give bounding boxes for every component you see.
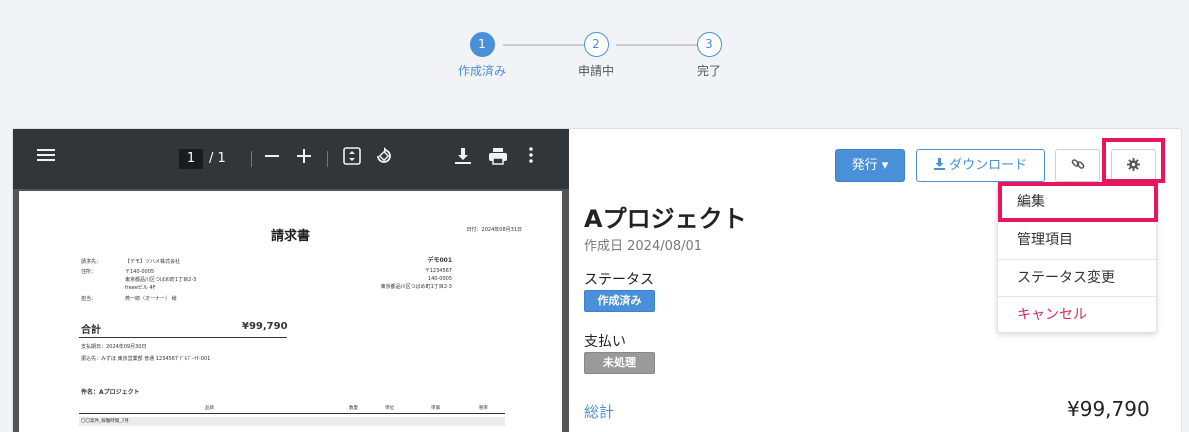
document-project: 件名：Aプロジェクト [81,389,140,396]
download-icon [933,158,949,173]
edit-highlight-box [998,182,1158,222]
document-date: 日付：2024年08月31日 [466,227,522,233]
pdf-page: 請求書 日付：2024年08月31日 請求先： 【デモ】ツバメ株式会社 住所： … [19,191,562,432]
page-total: / 1 [209,151,226,166]
payment-label: 支払い [584,334,626,350]
zoom-in-icon[interactable] [297,147,311,169]
rotate-icon[interactable] [375,147,393,171]
issuer-zip: 140-0005 [427,276,452,282]
step-label: 完了 [696,64,721,78]
page-number-input[interactable]: 1 [179,149,203,169]
issuer-name: デモ001 [427,257,452,264]
download-label: ダウンロード [949,158,1028,173]
link-icon [1071,158,1085,173]
billing-label: 請求先： [81,259,102,265]
step-label: 作成済み [457,64,506,78]
total-underline [79,337,287,338]
print-icon[interactable] [489,147,507,171]
issuer-postal: 〒1234567 [424,268,452,274]
col-tax: 税率 [479,406,488,411]
download-button[interactable]: ダウンロード [916,149,1045,182]
billing-address-2: freeeビル 4F [125,285,156,291]
document-title: 請求書 [271,229,311,244]
billing-postal: 〒140-0005 [125,269,155,275]
billing-to: 【デモ】ツバメ株式会社 [125,259,181,265]
invoice-card: 1 / 1 請求書 日付：2024年08月31日 請求先： 【デモ】ツバメ株式会… [12,128,1182,432]
payment-badge: 未処理 [584,352,655,374]
more-vertical-icon[interactable] [529,147,533,169]
step-1: 1 作成済み [442,32,522,79]
menu-icon[interactable] [37,147,55,169]
col-price: 単価 [431,406,440,411]
due-date: 支払期日：2024年09月30日 [81,344,147,350]
step-number: 3 [696,32,722,57]
pdf-viewer: 1 / 1 請求書 日付：2024年08月31日 請求先： 【デモ】ツバメ株式会… [13,129,569,432]
publish-button[interactable]: 発行 ▾ [835,149,905,182]
grand-total-value: ¥99,790 [1067,397,1150,421]
toolbar-divider [327,151,328,167]
created-date: 作成日 2024/08/01 [584,239,703,254]
progress-stepper: 1 作成済み 2 申請中 3 完了 [448,32,748,82]
step-label: 申請中 [577,64,614,78]
settings-highlight-box [1102,138,1165,183]
step-number: 1 [469,32,495,57]
project-title: Aプロジェクト [584,205,747,233]
col-item: 品目 [205,406,214,411]
step-number: 2 [583,32,609,57]
person-name: 燕一郎（オーナー） 様 [125,296,177,302]
link-button[interactable] [1055,149,1100,182]
fit-page-icon[interactable] [343,147,361,171]
issuer-address: 東京都品川区つばめ町1丁目2-3 [380,284,452,290]
step-2: 2 申請中 [556,32,636,79]
status-label: ステータス [584,272,654,288]
billing-address-1: 東京都品川区つばめ町1丁目2-3 [125,277,197,283]
document-total-value: ¥99,790 [242,321,288,332]
grand-total-label: 総計 [584,403,615,421]
menu-item-change-status[interactable]: ステータス変更 [998,260,1156,297]
step-3: 3 完了 [669,32,749,79]
pdf-toolbar: 1 / 1 [13,129,569,189]
menu-item-management[interactable]: 管理項目 [998,222,1156,259]
table-header-line [79,413,505,414]
col-unit: 単位 [385,406,394,411]
table-row: 〇〇案件_稼働時間_7月 [79,417,505,426]
person-label: 担当： [81,296,97,302]
bank-info: 振込先：みずほ 東京営業部 普通 1234567 ﾃﾞﾓﾌﾞ-ｲﾁ-001 [81,356,211,362]
toolbar-divider [251,151,252,167]
col-qty: 数量 [349,406,358,411]
status-badge: 作成済み [584,290,655,312]
download-icon[interactable] [455,147,471,171]
zoom-out-icon[interactable] [265,147,279,169]
document-total-label: 合計 [81,325,101,336]
menu-item-cancel[interactable]: キャンセル [998,297,1156,334]
address-label: 住所： [81,269,97,275]
